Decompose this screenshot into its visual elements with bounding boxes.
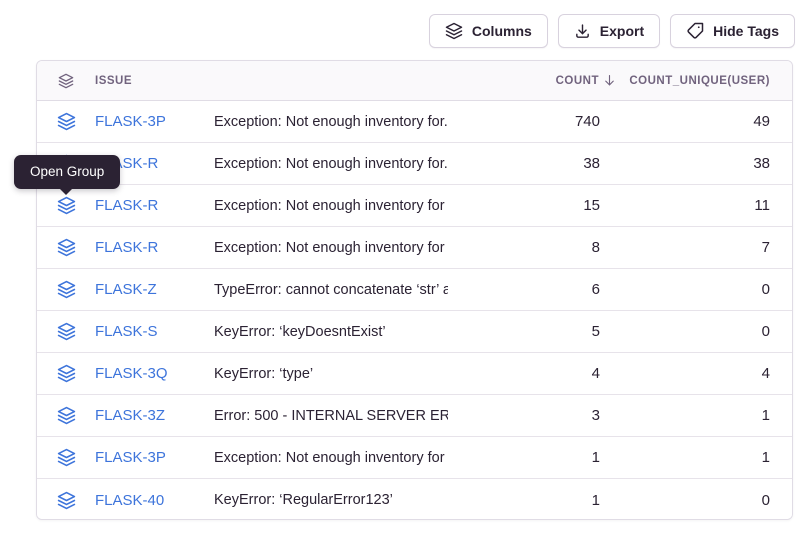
issue-title: Exception: Not enough inventory for n...	[214, 240, 448, 256]
layers-icon	[57, 448, 76, 467]
issue-link[interactable]: FLASK-3P	[95, 113, 166, 130]
count-unique-value: 4	[600, 365, 770, 382]
issue-link[interactable]: FLASK-Z	[95, 281, 157, 298]
column-header-count[interactable]: COUNT	[448, 73, 600, 88]
column-header-count-unique[interactable]: COUNT_UNIQUE(USER)	[600, 75, 770, 87]
table-row[interactable]: FLASK-3P Exception: Not enough inventory…	[37, 101, 792, 143]
count-value: 38	[448, 155, 600, 172]
table-row[interactable]: FLASK-Z TypeError: cannot concatenate ‘s…	[37, 269, 792, 311]
table-row[interactable]: FLASK-R Exception: Not enough inventory …	[37, 227, 792, 269]
open-group-tooltip-label: Open Group	[30, 164, 104, 179]
hide-tags-button[interactable]: Hide Tags	[670, 14, 795, 48]
table-row[interactable]: FLASK-R Exception: Not enough inventory …	[37, 185, 792, 227]
issue-title: KeyError: ‘RegularError123’	[214, 492, 448, 508]
count-unique-value: 11	[600, 197, 770, 214]
issue-title: KeyError: ‘type’	[214, 366, 448, 382]
issue-link[interactable]: FLASK-R	[95, 197, 158, 214]
count-value: 6	[448, 281, 600, 298]
count-unique-value: 1	[600, 407, 770, 424]
open-group-button[interactable]	[37, 406, 95, 425]
table-row[interactable]: FLASK-3P Exception: Not enough inventory…	[37, 437, 792, 479]
count-unique-value: 1	[600, 449, 770, 466]
table-row[interactable]: FLASK-40 KeyError: ‘RegularError123’ 1 0	[37, 479, 792, 520]
issue-title: Exception: Not enough inventory for h...	[214, 198, 448, 214]
table-row[interactable]: FLASK-S KeyError: ‘keyDoesntExist’ 5 0	[37, 311, 792, 353]
open-group-button[interactable]	[37, 112, 95, 131]
toolbar: Columns Export Hide Tags	[429, 14, 795, 48]
count-value: 1	[448, 449, 600, 466]
download-icon	[574, 23, 591, 40]
layers-icon	[445, 22, 463, 40]
layers-icon	[37, 73, 95, 89]
count-unique-value: 0	[600, 492, 770, 509]
export-button[interactable]: Export	[558, 14, 660, 48]
issue-title: Exception: Not enough inventory for n...	[214, 450, 448, 466]
count-unique-value: 7	[600, 239, 770, 256]
layers-icon	[57, 364, 76, 383]
tag-icon	[686, 22, 704, 40]
issue-title: KeyError: ‘keyDoesntExist’	[214, 324, 448, 340]
columns-button-label: Columns	[472, 23, 532, 39]
issue-link[interactable]: FLASK-R	[95, 239, 158, 256]
table-row[interactable]: FLASK-3Z Error: 500 - INTERNAL SERVER ER…	[37, 395, 792, 437]
count-unique-value: 49	[600, 113, 770, 130]
columns-button[interactable]: Columns	[429, 14, 548, 48]
table-row[interactable]: FLASK-3Q KeyError: ‘type’ 4 4	[37, 353, 792, 395]
column-header-issue[interactable]: ISSUE	[95, 75, 214, 87]
issue-link[interactable]: FLASK-40	[95, 492, 164, 509]
table-header-row: ISSUE COUNT COUNT_UNIQUE(USER)	[37, 61, 792, 101]
issue-link[interactable]: FLASK-3Q	[95, 365, 168, 382]
count-value: 5	[448, 323, 600, 340]
issue-title: Exception: Not enough inventory for...	[214, 114, 448, 130]
issue-link[interactable]: FLASK-S	[95, 323, 158, 340]
count-value: 8	[448, 239, 600, 256]
count-value: 15	[448, 197, 600, 214]
count-value: 1	[448, 492, 600, 509]
issue-link[interactable]: FLASK-3Z	[95, 407, 165, 424]
export-button-label: Export	[600, 23, 644, 39]
count-unique-value: 38	[600, 155, 770, 172]
issue-title: Error: 500 - INTERNAL SERVER ERROR	[214, 408, 448, 424]
layers-icon	[57, 238, 76, 257]
open-group-button[interactable]	[37, 280, 95, 299]
issue-title: TypeError: cannot concatenate ‘str’ an..…	[214, 282, 448, 298]
open-group-button[interactable]	[37, 448, 95, 467]
count-value: 4	[448, 365, 600, 382]
open-group-button[interactable]	[37, 491, 95, 510]
layers-icon	[57, 112, 76, 131]
open-group-button[interactable]	[37, 322, 95, 341]
layers-icon	[57, 491, 76, 510]
table-body: FLASK-3P Exception: Not enough inventory…	[37, 101, 792, 520]
open-group-button[interactable]	[37, 364, 95, 383]
issue-title: Exception: Not enough inventory for...	[214, 156, 448, 172]
layers-icon	[57, 280, 76, 299]
count-value: 3	[448, 407, 600, 424]
table-row[interactable]: FLASK-R Exception: Not enough inventory …	[37, 143, 792, 185]
issue-link[interactable]: FLASK-3P	[95, 449, 166, 466]
results-table: ISSUE COUNT COUNT_UNIQUE(USER) F	[36, 60, 793, 520]
count-unique-value: 0	[600, 281, 770, 298]
count-unique-value: 0	[600, 323, 770, 340]
layers-icon	[57, 322, 76, 341]
hide-tags-button-label: Hide Tags	[713, 23, 779, 39]
count-value: 740	[448, 113, 600, 130]
layers-icon	[57, 406, 76, 425]
open-group-button[interactable]	[37, 238, 95, 257]
open-group-tooltip: Open Group	[14, 155, 120, 189]
